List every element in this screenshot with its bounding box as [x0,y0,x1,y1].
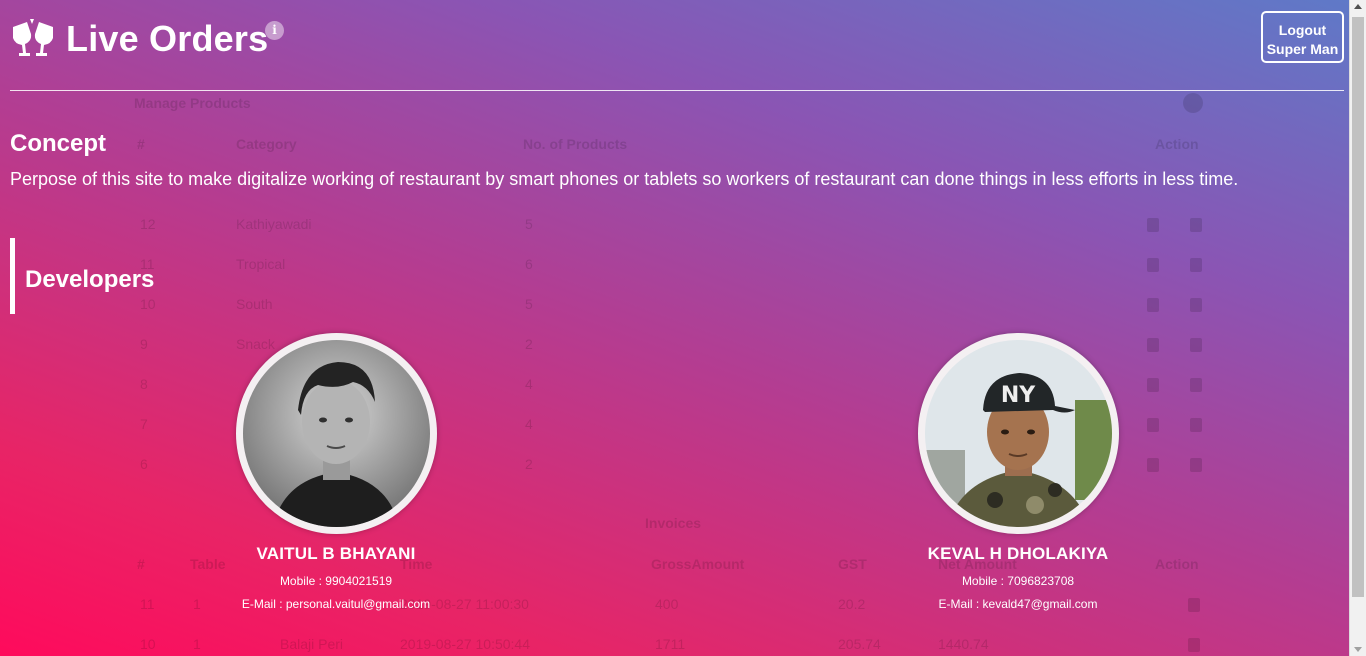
cheers-glasses-icon [13,19,53,56]
table-cell: Balaji Peri [280,636,344,652]
products-header-category: Category [236,136,297,152]
table-cell: 4 [525,376,533,392]
delete-icon[interactable] [1190,298,1202,312]
table-cell: Tropical [236,256,286,272]
delete-icon[interactable] [1188,638,1200,652]
delete-icon[interactable] [1190,418,1202,432]
edit-icon[interactable] [1147,218,1159,232]
avatar-frame: NY [917,333,1119,534]
table-cell: 10 [140,296,156,312]
email-value[interactable]: kevald47@gmail.com [983,597,1098,611]
delete-icon[interactable] [1190,378,1202,392]
info-icon[interactable]: i [265,21,284,40]
scroll-up-arrow-icon[interactable] [1354,4,1362,9]
invoices-title: Invoices [645,515,702,531]
delete-icon[interactable] [1190,218,1202,232]
products-header-count: No. of Products [523,136,628,152]
scroll-down-arrow-icon[interactable] [1354,647,1362,652]
products-header-action: Action [1155,136,1199,152]
user-name-label: Super Man [1266,40,1339,57]
table-cell: 10 [140,636,156,652]
concept-heading: Concept [10,130,106,157]
developers-heading: Developers [25,266,155,293]
invoices-header-gross: GrossAmount [651,556,745,572]
developers-accent-bar [10,238,15,314]
table-cell: 5 [525,296,533,312]
mobile-value: 7096823708 [1007,574,1075,588]
developer-email: E-Mail : personal.vaitul@gmail.com [186,597,486,611]
page-title: Live Orders [66,18,269,59]
brand: Live Orders i [10,18,284,60]
mobile-value: 9904021519 [325,574,393,588]
table-cell: 1 [193,636,201,652]
table-cell: 1440.74 [938,636,989,652]
developer-card: NY KEVAL H DHOLAKIYA Mobile : 7096823708… [868,333,1168,611]
developer-photo-icon [242,340,430,527]
products-header-id: # [137,136,145,152]
developer-card: VAITUL B BHAYANI Mobile : 9904021519 E-M… [186,333,486,611]
email-label: E-Mail : [938,597,983,611]
edit-icon[interactable] [1147,258,1159,272]
developer-photo-icon: NY [924,340,1112,527]
developer-email: E-Mail : kevald47@gmail.com [868,597,1168,611]
table-cell: 400 [655,596,679,612]
table-cell: 4 [525,416,533,432]
table-cell: 6 [140,456,148,472]
table-cell: 11 [140,596,155,612]
avatar [242,340,430,527]
table-cell: 12 [140,216,156,232]
developer-mobile: Mobile : 7096823708 [868,574,1168,588]
mobile-label: Mobile : [279,574,326,588]
developer-name: KEVAL H DHOLAKIYA [927,544,1109,563]
table-cell: 6 [525,256,533,272]
table-cell: 2019-08-27 10:50:44 [400,636,530,652]
table-cell: 205.74 [838,636,881,652]
table-cell: 2 [525,456,533,472]
logout-button[interactable]: Logout Super Man [1261,11,1344,63]
page-scrollbar[interactable] [1349,0,1366,656]
delete-icon[interactable] [1190,338,1202,352]
developer-mobile: Mobile : 9904021519 [186,574,486,588]
delete-icon[interactable] [1190,458,1202,472]
add-product-icon[interactable] [1183,93,1203,113]
developer-name: VAITUL B BHAYANI [256,544,416,563]
avatar: NY [924,340,1112,527]
edit-icon[interactable] [1147,298,1159,312]
mobile-label: Mobile : [961,574,1008,588]
table-cell: Kathiyawadi [236,216,312,232]
svg-text:NY: NY [1000,383,1035,408]
table-cell: 9 [140,336,148,352]
delete-icon[interactable] [1190,258,1202,272]
table-cell: South [236,296,273,312]
table-cell: 5 [525,216,533,232]
delete-icon[interactable] [1188,598,1200,612]
table-cell: 1711 [655,636,686,652]
table-cell: 7 [140,416,148,432]
table-cell: 8 [140,376,148,392]
table-cell: 2 [525,336,533,352]
invoices-header-id: # [137,556,145,572]
concept-text: Perpose of this site to make digitalize … [10,169,1239,189]
table-cell: 20.2 [838,596,866,612]
scrollbar-thumb[interactable] [1352,17,1364,597]
logout-label: Logout [1278,21,1327,38]
email-label: E-Mail : [241,597,286,611]
invoices-header-gst: GST [838,556,867,572]
header-divider [10,90,1344,91]
email-value[interactable]: personal.vaitul@gmail.com [286,597,430,611]
avatar-frame [235,333,437,534]
manage-products-title: Manage Products [134,95,251,111]
